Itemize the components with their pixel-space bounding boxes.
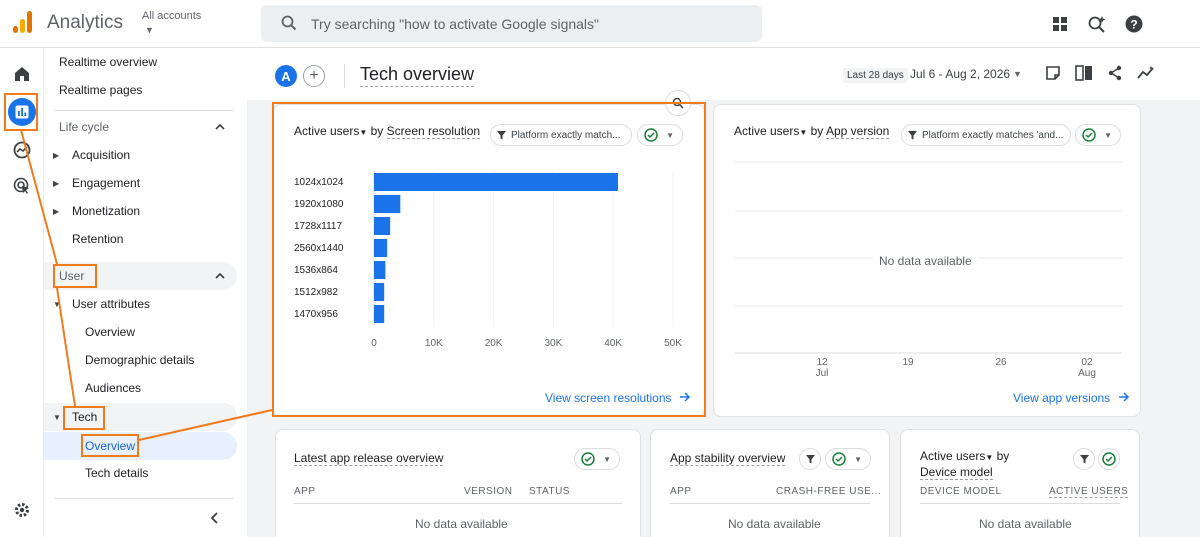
annotation-connector-lines [20,129,273,441]
